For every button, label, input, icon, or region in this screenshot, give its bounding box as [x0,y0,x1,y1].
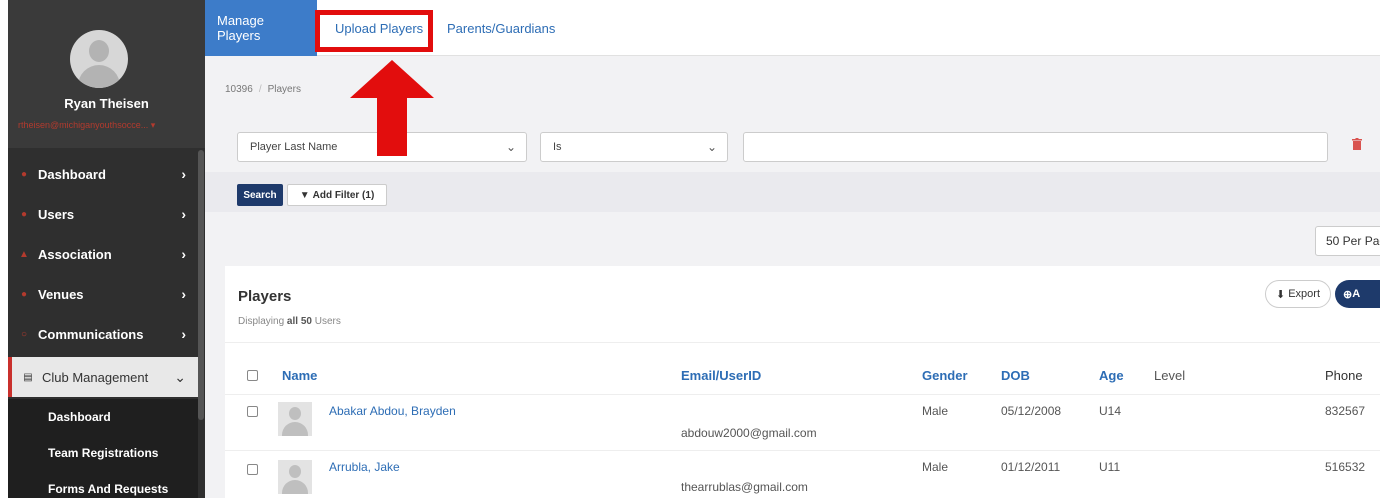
communications-icon: ○ [20,328,28,340]
filter-value-input[interactable] [743,132,1328,162]
profile-name: Ryan Theisen [64,96,149,111]
plus-circle-icon: ⊕ [1343,288,1353,301]
column-header-email[interactable]: Email/UserID [681,368,761,383]
sidebar-subitem-dashboard[interactable]: Dashboard [8,399,198,435]
player-gender: Male [922,404,949,418]
download-icon: ⬇ [1275,288,1286,301]
column-header-dob[interactable]: DOB [1001,368,1030,383]
chevron-right-icon: › [181,206,186,222]
sidebar-edge [0,0,8,498]
funnel-icon: ▼ [299,189,310,201]
row-divider [225,450,1380,451]
player-age: U14 [1099,404,1122,418]
players-card: Players Displaying all 50 Users ⬇ Export… [225,266,1380,498]
player-gender: Male [922,460,949,474]
venues-icon: ● [20,288,28,300]
player-avatar [278,402,312,436]
player-age: U11 [1099,460,1121,474]
sidebar-item-label: Venues [38,286,84,302]
row-checkbox[interactable] [247,464,258,475]
annotation-arrow-icon [350,60,434,156]
sidebar-scrollbar[interactable] [198,150,204,420]
sidebar-subitem-forms-and-requests[interactable]: Forms And Requests [8,471,198,498]
avatar[interactable] [70,30,128,88]
chevron-down-icon: ⌄ [706,140,717,154]
player-phone: 516532 [1325,460,1366,474]
chevron-down-icon: ⌄ [505,140,516,154]
column-header-gender[interactable]: Gender [922,368,968,383]
divider [225,342,1380,343]
dashboard-icon: ● [20,168,28,180]
player-name-link[interactable]: Arrubla, Jake [329,460,400,474]
player-phone: 832567 [1325,404,1366,418]
chevron-right-icon: › [181,246,186,262]
chevron-down-icon: ⌄ [174,369,186,385]
column-header-level: Level [1154,368,1186,383]
highlight-box [315,10,433,52]
select-all-checkbox[interactable] [247,370,258,381]
players-count: Displaying all 50 Users [238,316,341,327]
player-email: thearrublas@gmail.com [681,480,808,494]
players-title: Players [238,288,292,305]
tab-parents-guardians[interactable]: Parents/Guardians [435,0,567,56]
export-button[interactable]: ⬇ Export [1265,280,1331,308]
breadcrumb-org[interactable]: 10396 [225,84,253,95]
player-name-link[interactable]: Abakar Abdou, Brayden [329,404,456,418]
sidebar-item-club-management[interactable]: ▤ Club Management ⌄ [8,357,198,397]
column-header-phone: Phone [1325,368,1363,383]
sidebar-item-venues[interactable]: ● Venues › [8,274,198,314]
club-management-icon: ▤ [23,371,33,383]
sidebar-item-label: Club Management [42,369,149,385]
column-header-name[interactable]: Name [282,368,317,383]
sidebar-subitem-team-registrations[interactable]: Team Registrations [8,435,198,471]
per-page-select[interactable]: 50 Per Page [1315,226,1380,256]
profile-panel: Ryan Theisen rtheisen@michiganyouthsocce… [8,0,205,148]
breadcrumb-page: Players [267,84,301,95]
player-dob: 05/12/2008 [1001,404,1062,418]
sidebar-item-dashboard[interactable]: ● Dashboard › [8,154,198,194]
trash-icon[interactable] [1352,138,1362,150]
sidebar-item-association[interactable]: ▲ Association › [8,234,198,274]
sidebar-item-label: Users [38,206,75,222]
player-email: abdouw2000@gmail.com [681,426,817,440]
sidebar-item-users[interactable]: ● Users › [8,194,198,234]
search-button[interactable]: Search [237,184,283,206]
sidebar: Ryan Theisen rtheisen@michiganyouthsocce… [0,0,205,498]
row-checkbox[interactable] [247,406,258,417]
chevron-down-icon[interactable]: ▾ [151,120,156,130]
breadcrumb: 10396/Players [225,84,301,95]
tab-manage-players[interactable]: Manage Players [205,0,317,56]
filter-operator-select[interactable]: Is ⌄ [540,132,728,162]
player-dob: 01/12/2011 [1001,460,1061,474]
sidebar-item-communications[interactable]: ○ Communications › [8,314,198,354]
player-avatar [278,460,312,494]
row-divider [225,394,1380,395]
chevron-right-icon: › [181,166,186,182]
users-icon: ● [20,208,28,220]
association-icon: ▲ [19,248,29,260]
profile-email[interactable]: rtheisen@michiganyouthsocce... ▾ [18,120,205,131]
add-filter-button[interactable]: ▼ Add Filter (1) [287,184,387,206]
column-header-age[interactable]: Age [1099,368,1124,383]
sidebar-item-label: Association [38,246,112,262]
chevron-right-icon: › [181,326,186,342]
sidebar-item-label: Communications [38,326,144,342]
add-player-button[interactable]: ⊕ A [1335,280,1380,308]
chevron-right-icon: › [181,286,186,302]
sidebar-item-label: Dashboard [38,166,106,182]
